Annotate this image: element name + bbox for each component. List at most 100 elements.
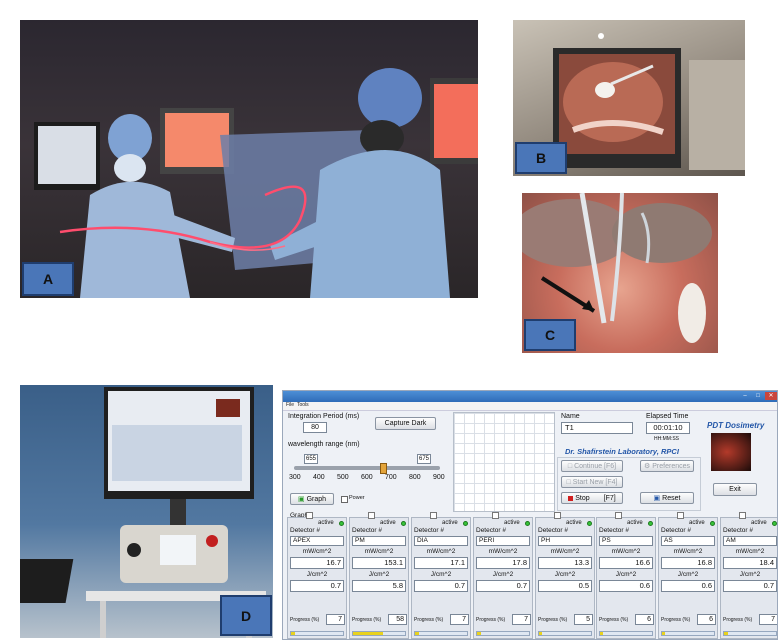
detector-panel: active Detector # PERI mW/cm^2 17.8 J/cm^2 0.7… [473, 512, 533, 639]
dose-unit: J/cm^2 [677, 571, 699, 578]
power-value: 153.1 [352, 557, 406, 569]
wavelength-slider-thumb[interactable] [380, 463, 387, 474]
wavelength-max-input[interactable]: 675 [417, 454, 431, 464]
graph-checkbox[interactable] [368, 512, 375, 519]
progress-bar [414, 631, 468, 636]
detector-label: Detector # [723, 527, 753, 534]
detector-name[interactable]: AS [661, 536, 715, 546]
exit-button[interactable]: Exit [713, 483, 757, 496]
name-input[interactable]: T1 [561, 422, 633, 434]
detector-label: Detector # [538, 527, 568, 534]
elapsed-time-format: HH:MM:SS [654, 436, 679, 442]
wavelength-slider-track[interactable] [294, 466, 440, 470]
progress-label: Progress (%) [661, 617, 691, 623]
power-unit: mW/cm^2 [673, 548, 703, 555]
menu-file[interactable]: File [286, 402, 294, 408]
dose-value: 0.7 [290, 580, 344, 592]
progress-bar-fill [539, 632, 542, 635]
detector-name[interactable]: PERI [476, 536, 530, 546]
dose-unit: J/cm^2 [615, 571, 637, 578]
panel-label-c: C [524, 319, 576, 351]
lab-name: Dr. Shafirstein Laboratory, RPCI [565, 447, 679, 456]
graph-checkbox[interactable] [739, 512, 746, 519]
detector-name[interactable]: PH [538, 536, 592, 546]
graph-checkbox[interactable] [615, 512, 622, 519]
close-button[interactable]: ✕ [765, 392, 777, 400]
detector-name[interactable]: PS [599, 536, 653, 546]
wavelength-min-input[interactable]: 655 [304, 454, 318, 464]
stop-icon [568, 495, 574, 501]
continue-button[interactable]: □ Continue [F6] [561, 460, 623, 472]
maximize-button[interactable]: □ [752, 392, 764, 400]
active-label: active [689, 520, 705, 526]
tick-label: 700 [385, 474, 397, 481]
graph-checkbox[interactable] [492, 512, 499, 519]
name-label: Name [561, 413, 580, 420]
continue-icon: □ [567, 462, 573, 470]
active-indicator-icon [710, 521, 715, 526]
start-new-label: Start New [F4] [572, 478, 618, 486]
active-indicator-icon [587, 521, 592, 526]
detector-label: Detector # [599, 527, 629, 534]
tick-label: 500 [337, 474, 349, 481]
dose-unit: J/cm^2 [430, 571, 452, 578]
progress-value: 6 [697, 614, 716, 625]
elapsed-time-value: 00:01:10 [646, 422, 690, 434]
progress-bar [352, 631, 406, 636]
reset-button[interactable]: ▣ Reset [640, 492, 694, 504]
exit-label: Exit [729, 486, 741, 493]
power-checkbox[interactable] [341, 496, 348, 503]
active-indicator-icon [339, 521, 344, 526]
power-value: 17.1 [414, 557, 468, 569]
dose-value: 0.7 [476, 580, 530, 592]
wavelength-range-label: wavelength range (nm) [288, 441, 360, 448]
progress-bar [476, 631, 530, 636]
dose-unit: J/cm^2 [492, 571, 514, 578]
graph-checkbox[interactable] [554, 512, 561, 519]
power-unit: mW/cm^2 [735, 548, 765, 555]
menu-tools[interactable]: Tools [297, 402, 309, 408]
detector-name[interactable]: APEX [290, 536, 344, 546]
active-indicator-icon [525, 521, 530, 526]
progress-label: Progress (%) [476, 617, 506, 623]
active-label: active [504, 520, 520, 526]
detector-panel: active Detector # PM mW/cm^2 153.1 J/cm^2 5.8 P… [349, 512, 409, 639]
tick-label: 900 [433, 474, 445, 481]
stop-button[interactable]: Stop [F7] [561, 492, 623, 504]
detector-name[interactable]: DIA [414, 536, 468, 546]
active-label: active [442, 520, 458, 526]
detector-name[interactable]: PM [352, 536, 406, 546]
power-value: 13.3 [538, 557, 592, 569]
progress-value: 7 [450, 614, 469, 625]
active-indicator-icon [772, 521, 777, 526]
power-value: 17.8 [476, 557, 530, 569]
start-new-icon: □ [566, 478, 571, 486]
detector-panel: active Detector # PS mW/cm^2 16.6 J/cm^2 0.6 Pr… [596, 512, 656, 639]
dose-value: 0.6 [661, 580, 715, 592]
graph-checkbox[interactable] [306, 512, 313, 519]
progress-bar [290, 631, 344, 636]
graph-checkbox[interactable] [677, 512, 684, 519]
capture-dark-button[interactable]: Capture Dark [375, 417, 436, 430]
graph-checkbox[interactable] [430, 512, 437, 519]
progress-bar [723, 631, 777, 636]
progress-bar-fill [291, 632, 295, 635]
panel-label-b: B [515, 142, 567, 174]
power-value: 16.8 [661, 557, 715, 569]
dose-value: 0.5 [538, 580, 592, 592]
power-unit: mW/cm^2 [611, 548, 641, 555]
progress-value: 58 [388, 614, 407, 625]
dose-unit: J/cm^2 [368, 571, 390, 578]
spectrum-graph [453, 412, 555, 512]
minimize-button[interactable]: – [739, 392, 751, 400]
reset-label: Reset [662, 494, 681, 502]
integration-period-input[interactable]: 80 [303, 422, 327, 433]
dose-value: 5.8 [352, 580, 406, 592]
graph-button[interactable]: ▣ Graph [290, 493, 334, 505]
tick-label: 300 [289, 474, 301, 481]
photo-panel-a: A [20, 20, 478, 298]
dose-unit: J/cm^2 [554, 571, 576, 578]
detector-name[interactable]: AM [723, 536, 777, 546]
preferences-button[interactable]: ⚙ Preferences [640, 460, 694, 472]
start-new-button[interactable]: □ Start New [F4] [561, 476, 623, 488]
